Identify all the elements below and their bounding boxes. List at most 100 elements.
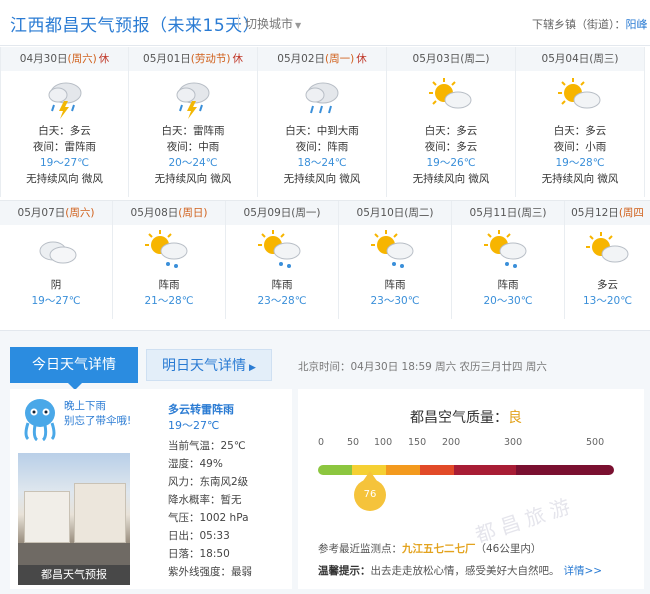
thunder-rain-icon — [129, 71, 257, 123]
temperature-range: 19～27℃ — [39, 157, 89, 169]
monitor-station: 参考最近监测点：九江五七二七厂（46公里内） — [318, 541, 541, 556]
date: 04月30日 — [19, 53, 68, 65]
date: 05月04日 — [541, 53, 590, 65]
temperature-range: 23～30℃ — [370, 295, 420, 307]
scale-tick: 300 — [504, 437, 523, 448]
tab-tomorrow-details[interactable]: 明日天气详情 ▶ — [146, 349, 272, 381]
weekday: (周日) — [178, 207, 208, 219]
forecast-row-1: 04月30日(周六) 休 白天：多云 夜间：雷阵雨 19～27℃ 无持续风向 微风… — [0, 47, 650, 197]
forecast-day[interactable]: 05月12日(周四 多云 13～20℃ — [565, 201, 650, 319]
uv-index: 紫外线强度：最弱 — [168, 566, 252, 578]
night-weather: 夜间：阵雨 — [295, 141, 349, 153]
aq-label: 都昌空气质量： — [410, 410, 508, 426]
weekday: (周一) — [325, 53, 355, 65]
date: 05月03日 — [412, 53, 461, 65]
overcast-icon — [0, 225, 112, 277]
day-header: 05月11日(周三) — [452, 201, 564, 225]
town-link[interactable]: 阳峰 — [626, 18, 648, 31]
date: 05月01日 — [143, 53, 191, 65]
day-header: 05月02日(周一) 休 — [258, 47, 386, 71]
forecast-day[interactable]: 05月02日(周一) 休 白天：中到大雨 夜间：阵雨 18～24℃ 无持续风向 微… — [258, 47, 387, 197]
wind: 无持续风向 微风 — [541, 173, 619, 185]
night-weather: 夜间：雷阵雨 — [33, 141, 96, 153]
aqi-band-good — [318, 465, 352, 475]
details-link[interactable]: 详情>> — [564, 565, 603, 577]
date: 05月11日 — [469, 207, 518, 219]
night-weather: 夜间：多云 — [424, 141, 478, 153]
aqi-band-severe — [516, 465, 614, 475]
condition: 阴 — [50, 279, 62, 291]
thunder-rain-icon — [1, 71, 128, 123]
arrow-right-icon: ▶ — [249, 363, 256, 373]
holiday-badge: 休 — [232, 53, 243, 65]
photo-caption[interactable]: 都昌天气预报 — [18, 565, 130, 585]
weekday: (周六) — [65, 207, 95, 219]
date: 05月12日 — [571, 207, 619, 219]
tip-text: 出去走走放松心情，感受美好大自然吧。 — [370, 565, 560, 577]
day-header: 05月09日(周一) — [226, 201, 338, 225]
temperature-range: 23～28℃ — [257, 295, 307, 307]
details-section: 今日天气详情 明日天气详情 ▶ 北京时间：04月30日 18:59 周六 农历三月… — [0, 330, 650, 594]
holiday-badge: 休 — [98, 53, 110, 65]
sunrise: 日出：05:33 — [168, 530, 230, 542]
weekday: (周二) — [404, 207, 434, 219]
tab-today-details[interactable]: 今日天气详情 — [10, 347, 138, 390]
scale-tick: 50 — [347, 437, 360, 448]
weekday: (周一) — [291, 207, 321, 219]
sunset: 日落：18:50 — [168, 548, 230, 560]
today-temperature: 19～27℃ — [168, 419, 220, 432]
sun-rain-icon — [339, 225, 451, 277]
station-distance: （46公里内） — [475, 543, 542, 555]
caret-down-icon: ▼ — [295, 21, 302, 30]
temperature-range: 19～27℃ — [31, 295, 81, 307]
warm-tip: 温馨提示：出去走走放松心情，感受美好大自然吧。 详情>> — [318, 563, 602, 578]
forecast-day[interactable]: 05月08日(周日) 阵雨 21～28℃ — [113, 201, 226, 319]
forecast-day[interactable]: 05月01日(劳动节) 休 白天：雷阵雨 夜间：中雨 20～24℃ 无持续风向 微… — [129, 47, 258, 197]
air-quality-panel: 都昌空气质量：良 0 50 100 150 200 300 500 76 都昌旅… — [298, 389, 644, 589]
date: 05月08日 — [130, 207, 179, 219]
day-weather: 白天：雷阵雨 — [161, 125, 225, 137]
wind: 无持续风向 微风 — [283, 173, 361, 185]
scale-tick: 100 — [374, 437, 393, 448]
forecast-day[interactable]: 05月10日(周二) 阵雨 23～30℃ — [339, 201, 452, 319]
scale-tick: 0 — [318, 437, 325, 448]
forecast-day[interactable]: 05月04日(周三) 白天：多云 夜间：小雨 19～28℃ 无持续风向 微风 — [516, 47, 645, 197]
forecast-day[interactable]: 05月03日(周二) 白天：多云 夜间：多云 19～26℃ 无持续风向 微风 — [387, 47, 516, 197]
condition: 阵雨 — [384, 279, 406, 291]
weekday: (周四 — [618, 207, 644, 219]
beijing-time: 北京时间：04月30日 18:59 周六 农历三月廿四 周六 — [298, 361, 547, 373]
day-header: 05月01日(劳动节) 休 — [129, 47, 257, 71]
tab-tomorrow-label: 明日天气详情 — [162, 358, 247, 374]
street — [18, 543, 130, 565]
temperature-range: 13～20℃ — [582, 295, 632, 307]
weekday: (周六) — [67, 53, 97, 65]
condition: 阵雨 — [497, 279, 519, 291]
day-header: 05月12日(周四 — [565, 201, 650, 225]
sun-rain-icon — [452, 225, 564, 277]
today-condition: 多云转雷阵雨 — [168, 403, 234, 416]
forecast-day[interactable]: 05月11日(周三) 阵雨 20～30℃ — [452, 201, 565, 319]
night-weather: 夜间：小雨 — [553, 141, 607, 153]
rain-reminder: 晚上下雨 别忘了带伞哦! — [64, 399, 131, 429]
night-weather: 夜间：中雨 — [166, 141, 220, 153]
forecast-day[interactable]: 04月30日(周六) 休 白天：多云 夜间：雷阵雨 19～27℃ 无持续风向 微风 — [0, 47, 129, 197]
reminder-line-2: 别忘了带伞哦! — [64, 415, 132, 427]
octopus-mascot-icon — [18, 395, 62, 442]
switch-city-button[interactable]: 切换城市 ▼ — [245, 15, 301, 32]
city-photo[interactable] — [18, 453, 130, 565]
date: 05月02日 — [277, 53, 326, 65]
pressure: 气压：1002 hPa — [168, 512, 249, 524]
forecast-day[interactable]: 05月07日(周六) 阴 19～27℃ — [0, 201, 113, 319]
station-name[interactable]: 九江五七二七厂 — [402, 543, 476, 555]
forecast-day[interactable]: 05月09日(周一) 阵雨 23～28℃ — [226, 201, 339, 319]
current-temp: 当前气温：25℃ — [168, 440, 246, 452]
wind: 无持续风向 微风 — [26, 173, 103, 185]
day-weather: 白天：中到大雨 — [285, 125, 359, 137]
weekday: (周三) — [589, 53, 619, 65]
town-selector: 下辖乡镇（街道）：阳峰 — [532, 16, 648, 32]
scale-tick: 150 — [408, 437, 427, 448]
day-weather: 白天：多云 — [38, 125, 91, 137]
day-header: 05月08日(周日) — [113, 201, 225, 225]
holiday-badge: 休 — [356, 53, 367, 65]
weekday: (劳动节) — [190, 53, 231, 65]
